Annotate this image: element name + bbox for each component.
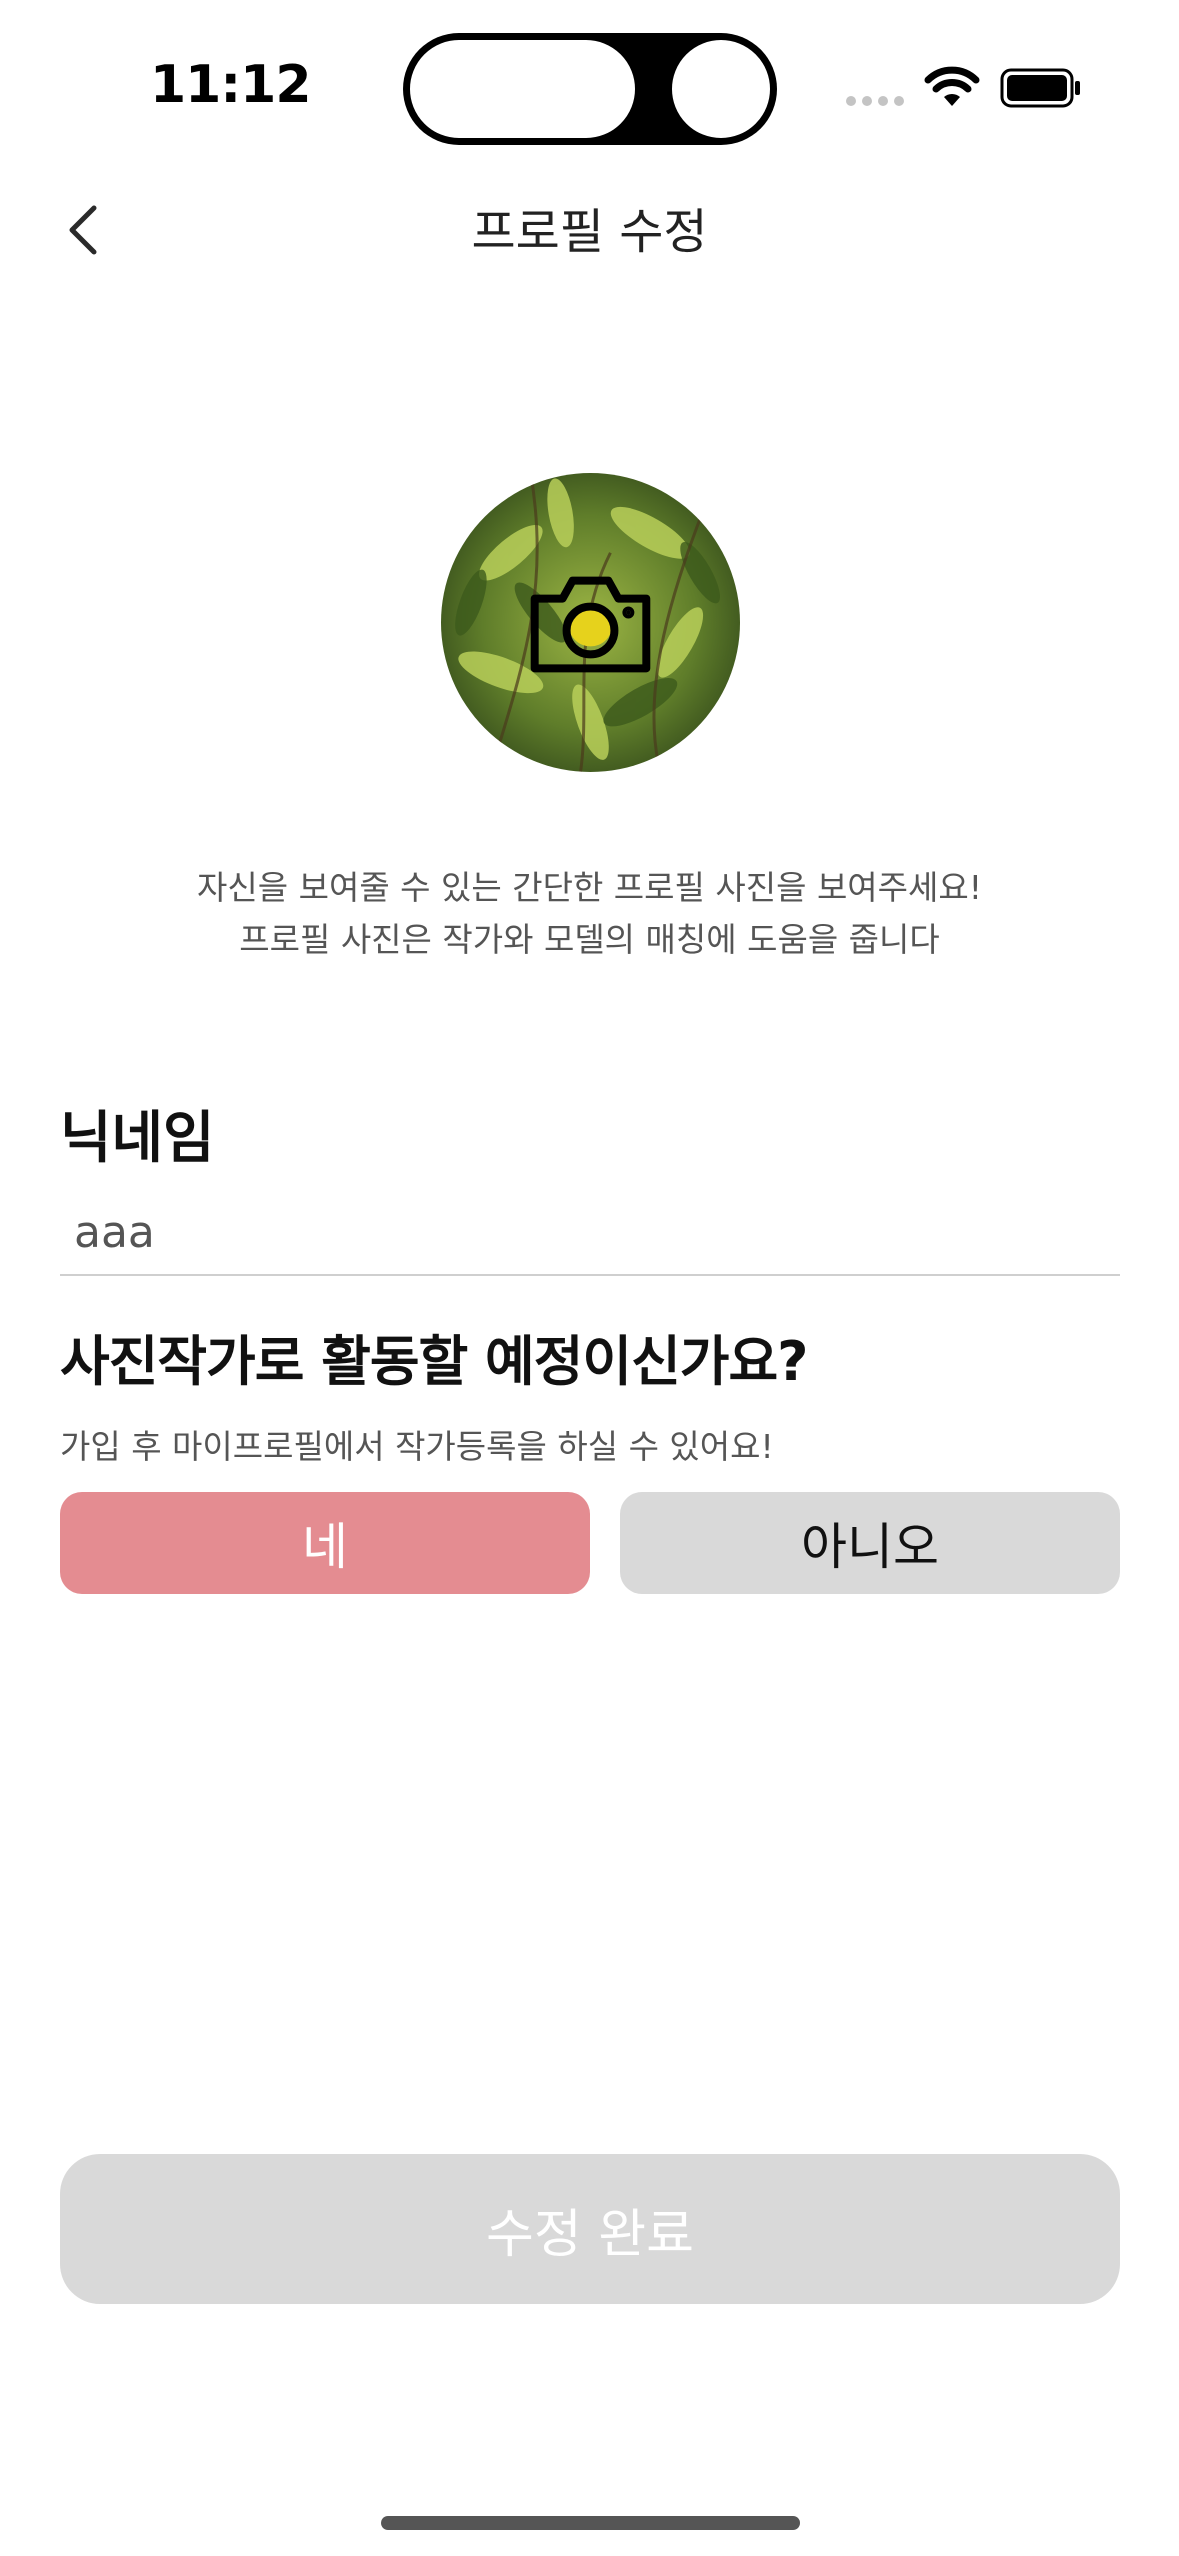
profile-photo <box>441 473 740 772</box>
yes-button[interactable]: 네 <box>60 1492 590 1594</box>
wifi-icon <box>924 66 980 106</box>
no-button[interactable]: 아니오 <box>620 1492 1120 1594</box>
yes-button-label: 네 <box>302 1518 348 1576</box>
submit-button-label: 수정 완료 <box>486 2204 694 2265</box>
photographer-question: 사진작가로 활동할 예정이신가요? <box>60 1330 808 1393</box>
description-line-2: 프로필 사진은 작가와 모델의 매칭에 도움을 줍니다 <box>239 920 940 959</box>
dynamic-island <box>403 33 777 145</box>
no-button-label: 아니오 <box>801 1518 939 1576</box>
description-line-1: 자신을 보여줄 수 있는 간단한 프로필 사진을 보여주세요! <box>197 868 982 907</box>
nickname-label: 닉네임 <box>60 1106 215 1171</box>
cellular-signal-icon <box>846 96 908 106</box>
battery-icon <box>1000 68 1080 108</box>
status-time: 11:12 <box>150 55 312 115</box>
submit-button[interactable]: 수정 완료 <box>60 2154 1120 2304</box>
page-title: 프로필 수정 <box>471 204 708 260</box>
photographer-question-hint: 가입 후 마이프로필에서 작가등록을 하실 수 있어요! <box>60 1427 774 1466</box>
profile-description: 자신을 보여줄 수 있는 간단한 프로필 사진을 보여주세요! 프로필 사진은 … <box>0 862 1179 966</box>
island-pill <box>407 37 638 141</box>
home-indicator <box>381 2516 800 2530</box>
nickname-input[interactable] <box>60 1190 1120 1276</box>
profile-photo-picker[interactable] <box>441 473 740 772</box>
island-dot <box>669 37 773 141</box>
